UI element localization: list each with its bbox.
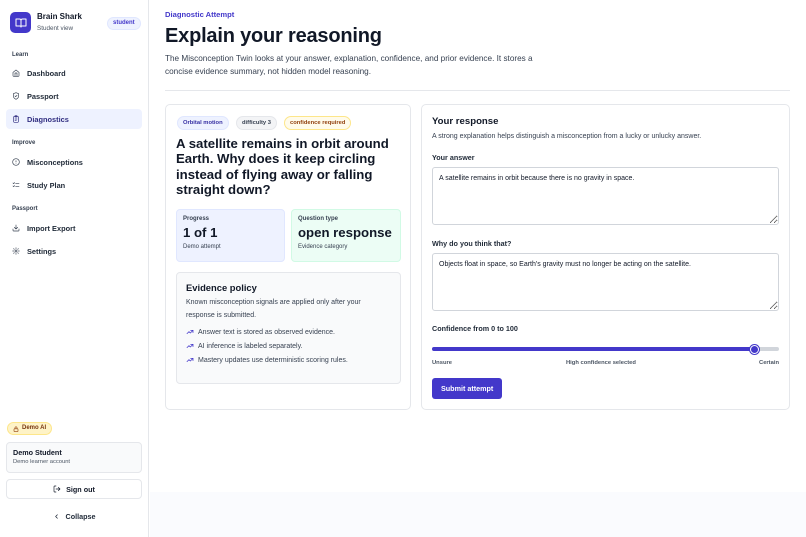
confidence-slider[interactable] xyxy=(432,344,779,354)
trend-up-icon xyxy=(186,357,194,363)
lock-icon xyxy=(13,425,19,432)
collapse-button[interactable]: Collapse xyxy=(6,507,142,525)
sidebar-item-label: Settings xyxy=(27,246,57,256)
account-name: Demo Student xyxy=(13,448,62,457)
download-icon xyxy=(12,224,20,232)
section-label-learn: Learn xyxy=(12,52,29,58)
sign-out-button[interactable]: Sign out xyxy=(6,479,142,499)
demo-ai-badge: Demo AI xyxy=(7,422,53,435)
progress-stat: Progress 1 of 1 Demo attempt xyxy=(176,209,285,262)
page-title: Explain your reasoning xyxy=(165,25,382,47)
confidence-slider-fill xyxy=(432,347,755,351)
shield-icon xyxy=(13,92,19,100)
answer-textarea[interactable] xyxy=(432,167,779,225)
sidebar-item-dashboard[interactable]: Dashboard xyxy=(6,63,142,83)
question-text: A satellite remains in orbit around Eart… xyxy=(176,136,389,197)
slider-status-label: High confidence selected xyxy=(566,360,636,366)
confidence-slider-thumb[interactable] xyxy=(750,344,760,354)
chevron-left-icon xyxy=(54,513,58,519)
account-card: Demo Student Demo learner account xyxy=(6,442,142,473)
progress-sub: Demo attempt xyxy=(183,244,221,250)
book-icon xyxy=(10,12,31,33)
sidebar-item-import-export[interactable]: Import Export xyxy=(6,218,142,238)
policy-item-text: Answer text is stored as observed eviden… xyxy=(198,328,335,336)
header-divider xyxy=(165,90,790,91)
brand-subtitle: Student view xyxy=(37,25,74,32)
sidebar-item-misconceptions[interactable]: Misconceptions xyxy=(6,152,142,172)
sidebar-item-label: Passport xyxy=(27,91,59,101)
sidebar-item-label: Diagnostics xyxy=(27,114,69,124)
trend-up-icon xyxy=(186,329,194,335)
sidebar-item-label: Import Export xyxy=(27,223,76,233)
section-label-passport: Passport xyxy=(12,206,38,212)
list-icon xyxy=(12,182,20,187)
slider-min-label: Unsure xyxy=(432,360,452,366)
sidebar-item-study-plan[interactable]: Study Plan xyxy=(6,175,142,195)
gear-icon xyxy=(12,247,20,255)
policy-item: AI inference is labeled separately. xyxy=(186,342,391,350)
sidebar-item-label: Dashboard xyxy=(27,68,66,78)
trend-up-icon xyxy=(186,343,194,349)
evidence-policy-title: Evidence policy xyxy=(186,282,257,293)
response-title: Your response xyxy=(432,116,499,127)
response-card: Your response A strong explanation helps… xyxy=(421,104,790,410)
sidebar-item-settings[interactable]: Settings xyxy=(6,241,142,261)
confidence-required-chip: confidence required xyxy=(284,116,352,130)
role-badge: student xyxy=(107,17,141,30)
page-eyebrow: Diagnostic Attempt xyxy=(165,10,235,19)
policy-item: Mastery updates use deterministic scorin… xyxy=(186,356,391,364)
sidebar-item-label: Study Plan xyxy=(27,180,66,190)
demo-ai-label: Demo AI xyxy=(22,425,47,431)
progress-label: Progress xyxy=(183,216,210,222)
response-description: A strong explanation helps distinguish a… xyxy=(432,133,702,140)
account-subtitle: Demo learner account xyxy=(13,459,71,465)
brand[interactable]: Brain Shark Student view xyxy=(10,12,82,33)
sidebar: Brain Shark Student view student Learn D… xyxy=(0,0,149,537)
question-type-value: open response xyxy=(298,225,392,240)
progress-value: 1 of 1 xyxy=(183,225,218,240)
policy-item-text: Mastery updates use deterministic scorin… xyxy=(198,356,348,364)
topic-chip: Orbital motion xyxy=(177,116,229,130)
policy-item: Answer text is stored as observed eviden… xyxy=(186,328,391,336)
evidence-policy: Evidence policy Known misconception sign… xyxy=(176,272,401,384)
footer-area xyxy=(150,492,806,537)
sidebar-item-passport[interactable]: Passport xyxy=(6,86,142,106)
question-type-sub: Evidence category xyxy=(298,244,348,250)
submit-attempt-button[interactable]: Submit attempt xyxy=(432,378,503,399)
why-textarea[interactable] xyxy=(432,253,779,311)
why-label: Why do you think that? xyxy=(432,239,512,248)
collapse-label: Collapse xyxy=(65,511,96,521)
page-description: The Misconception Twin looks at your ans… xyxy=(165,54,533,76)
brand-name: Brain Shark xyxy=(37,12,82,21)
sidebar-item-diagnostics[interactable]: Diagnostics xyxy=(6,109,142,129)
policy-item-text: AI inference is labeled separately. xyxy=(198,342,303,350)
alert-circle-icon xyxy=(12,158,20,166)
question-card: Orbital motion difficulty 3 confidence r… xyxy=(165,104,411,410)
logout-icon xyxy=(53,485,61,493)
sidebar-item-label: Misconceptions xyxy=(27,157,83,167)
clipboard-icon xyxy=(13,115,19,123)
slider-max-label: Certain xyxy=(759,360,779,366)
answer-label: Your answer xyxy=(432,153,475,162)
sign-out-label: Sign out xyxy=(66,484,95,494)
section-label-improve: Improve xyxy=(12,140,36,146)
home-icon xyxy=(12,69,20,77)
question-type-label: Question type xyxy=(298,216,339,222)
evidence-policy-description: Known misconception signals are applied … xyxy=(186,299,361,319)
difficulty-chip: difficulty 3 xyxy=(236,116,277,130)
confidence-label: Confidence from 0 to 100 xyxy=(432,324,518,333)
question-type-stat: Question type open response Evidence cat… xyxy=(291,209,401,262)
